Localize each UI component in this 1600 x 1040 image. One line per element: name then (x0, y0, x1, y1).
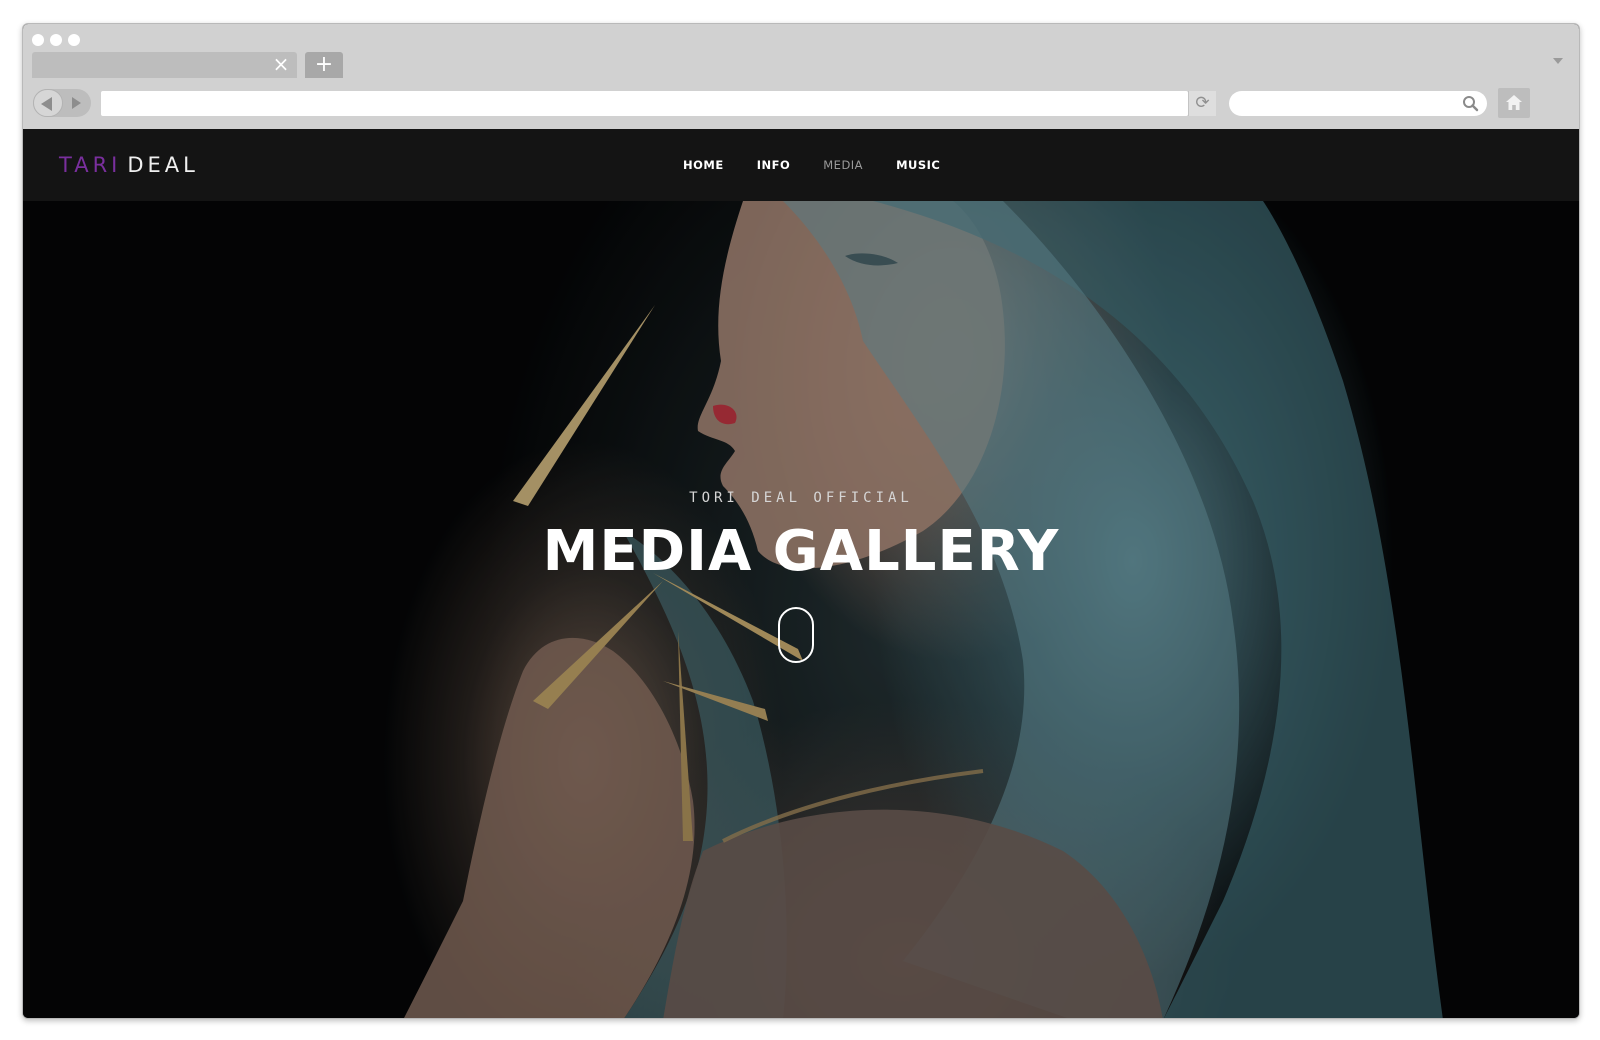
site-header: TARI DEAL HOME INFO MEDIA MUSIC (23, 129, 1579, 201)
home-button[interactable] (1498, 88, 1530, 118)
chevron-down-icon[interactable] (1553, 58, 1563, 64)
new-tab-button[interactable]: + (305, 52, 343, 78)
site-logo[interactable]: TARI DEAL (59, 153, 199, 177)
main-menu: HOME INFO MEDIA MUSIC (683, 158, 940, 172)
search-input[interactable] (1229, 91, 1487, 116)
back-button[interactable] (33, 89, 63, 117)
home-icon (1506, 95, 1522, 110)
browser-window: × + ⟳ TARI DEAL HOME INFO MEDIA MUSIC TO… (22, 23, 1580, 1019)
browser-chrome: × + ⟳ (23, 24, 1579, 129)
mouse-scroll-icon[interactable] (778, 607, 814, 663)
close-tab-icon[interactable]: × (271, 54, 291, 74)
menu-item-media[interactable]: MEDIA (823, 158, 863, 172)
hero-banner: TORI DEAL OFFICIAL MEDIA GALLERY (23, 201, 1579, 1018)
hero-title: MEDIA GALLERY (542, 519, 1060, 584)
address-bar[interactable] (101, 91, 1188, 116)
history-nav (33, 89, 91, 117)
hero-subtitle: TORI DEAL OFFICIAL (689, 490, 913, 506)
close-window-dot[interactable] (32, 34, 44, 46)
website-viewport: TARI DEAL HOME INFO MEDIA MUSIC TORI DEA… (23, 129, 1579, 1018)
menu-item-info[interactable]: INFO (757, 158, 791, 172)
maximize-window-dot[interactable] (68, 34, 80, 46)
forward-button[interactable] (63, 89, 91, 117)
reload-icon[interactable]: ⟳ (1188, 91, 1216, 116)
menu-item-music[interactable]: MUSIC (896, 158, 940, 172)
search-icon (1463, 96, 1479, 112)
browser-tab[interactable]: × (32, 52, 297, 78)
logo-first-word: TARI (59, 153, 122, 177)
minimize-window-dot[interactable] (50, 34, 62, 46)
menu-item-home[interactable]: HOME (683, 158, 724, 172)
logo-last-word: DEAL (127, 153, 199, 177)
window-controls (32, 34, 80, 46)
